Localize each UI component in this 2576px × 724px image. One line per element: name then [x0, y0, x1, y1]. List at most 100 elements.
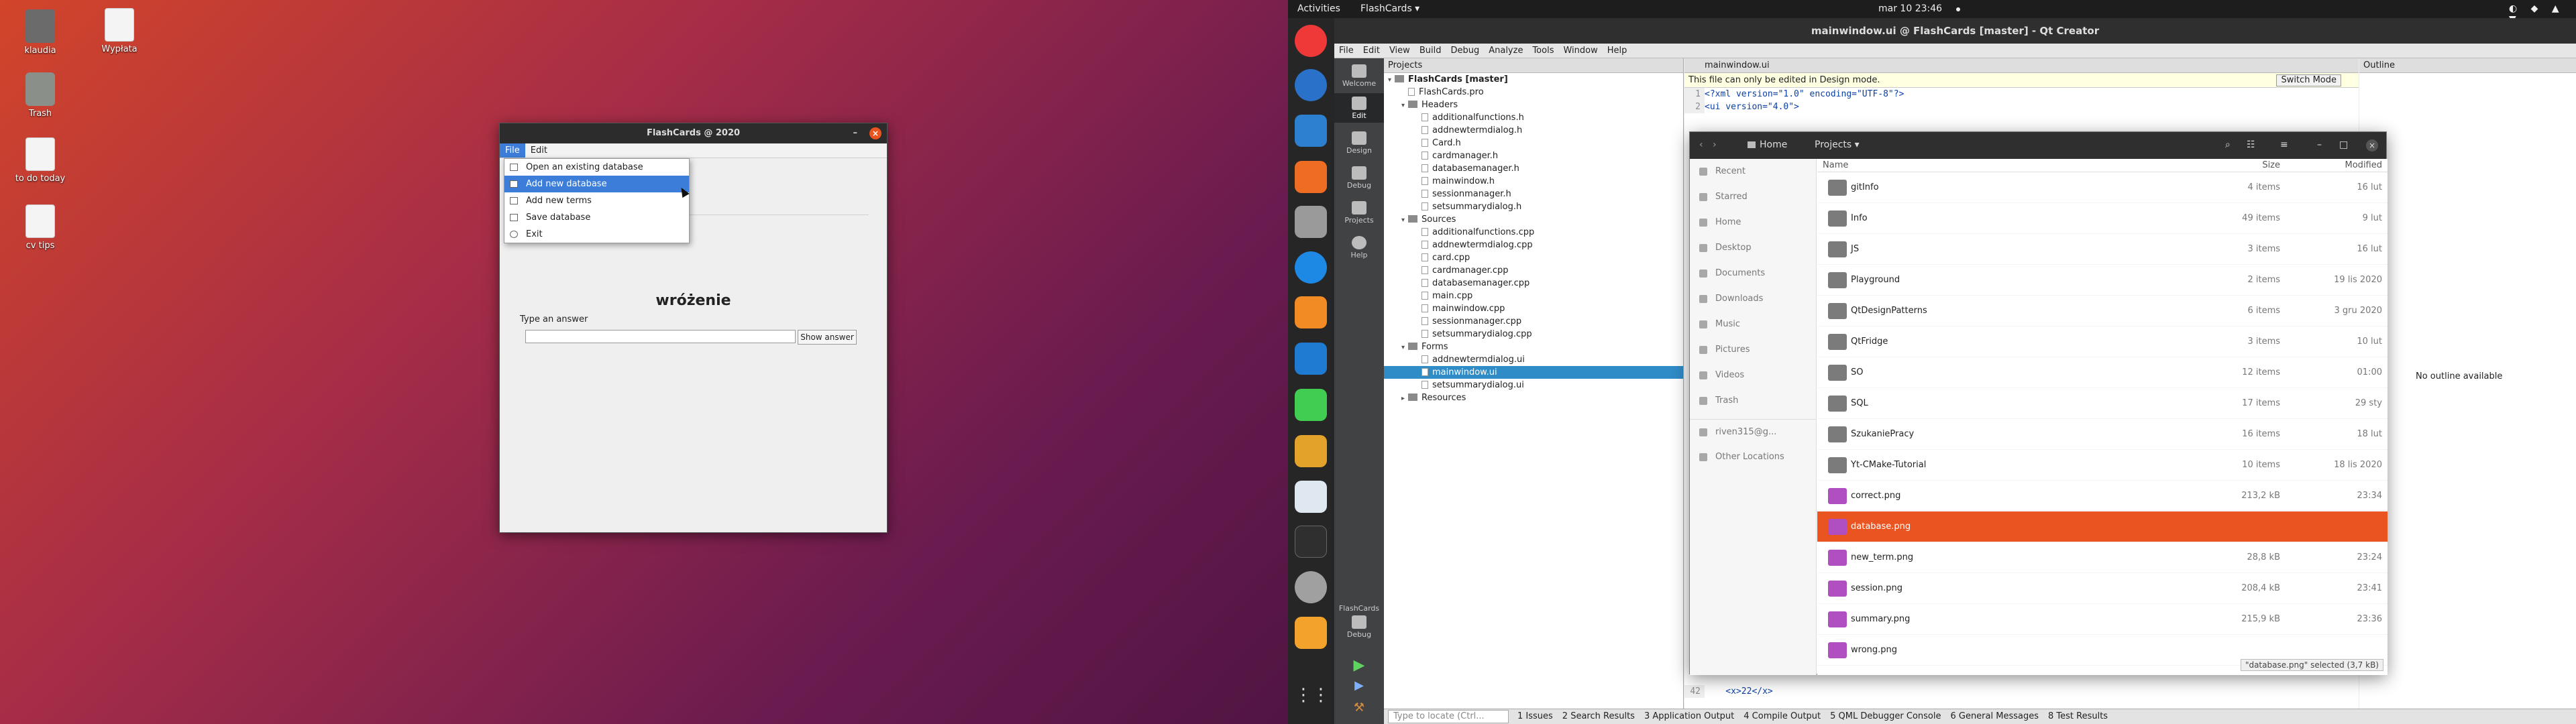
folder-row[interactable]: QtFridge 3 items 10 lut — [1817, 326, 2387, 357]
expand-arrow-icon[interactable]: ▾ — [1401, 214, 1408, 227]
answer-input[interactable] — [525, 330, 796, 343]
menu-item-open-database[interactable]: Open an existing database — [504, 159, 689, 176]
tree-file[interactable]: sessionmanager.cpp — [1384, 315, 1683, 328]
file-row[interactable]: database.png — [1817, 511, 2387, 542]
folder-row[interactable]: Yt-CMake-Tutorial 10 items 18 lis 2020 — [1817, 450, 2387, 481]
tree-file[interactable]: databasemanager.h — [1384, 162, 1683, 175]
tree-folder[interactable]: ▾ Headers — [1384, 99, 1683, 111]
sidebar-network-drive[interactable]: riven315@g... — [1690, 419, 1816, 444]
menu-icon[interactable]: ≡ — [2280, 139, 2288, 150]
gimp-icon[interactable] — [1295, 296, 1327, 328]
switch-mode-button[interactable]: Switch Mode — [2276, 74, 2341, 86]
tree-folder[interactable]: ▾ Sources — [1384, 213, 1683, 226]
menu-file[interactable]: File — [1334, 44, 1358, 58]
menu-item-exit[interactable]: Exit — [504, 226, 689, 243]
tree-folder[interactable]: ▾ FlashCards [master] — [1384, 73, 1683, 86]
folder-row[interactable]: Playground 2 items 19 lis 2020 — [1817, 265, 2387, 296]
show-answer-button[interactable]: Show answer — [798, 330, 857, 345]
tree-file[interactable]: cardmanager.cpp — [1384, 264, 1683, 277]
editor-tab[interactable]: mainwindow.ui — [1684, 58, 2359, 73]
activities-button[interactable]: Activities — [1297, 3, 1340, 14]
output-tab-general[interactable]: 6 General Messages — [1945, 709, 2043, 724]
file-row[interactable]: session.png 208,4 kB 23:41 — [1817, 573, 2387, 604]
folder-row[interactable]: JS 3 items 16 lut — [1817, 234, 2387, 265]
debug-run-button[interactable]: ▶ — [1334, 678, 1384, 699]
menu-window[interactable]: Window — [1558, 44, 1602, 58]
expand-arrow-icon[interactable]: ▾ — [1401, 99, 1408, 112]
mode-design[interactable]: Design — [1334, 128, 1384, 158]
tree-file[interactable]: setsummarydialog.ui — [1384, 379, 1683, 391]
mode-projects[interactable]: Projects — [1334, 198, 1384, 227]
sidebar-other-locations[interactable]: Other Locations — [1690, 444, 1816, 470]
help-icon[interactable] — [1295, 251, 1327, 284]
qtcreator-icon[interactable] — [1295, 389, 1327, 421]
column-name[interactable]: Name — [1823, 160, 1848, 170]
output-tab-compile[interactable]: 4 Compile Output — [1739, 709, 1825, 724]
output-tab-tests[interactable]: 8 Test Results — [2043, 709, 2112, 724]
minimize-icon[interactable]: – — [2317, 139, 2322, 150]
expand-arrow-icon[interactable]: ▸ — [1401, 392, 1408, 405]
show-apps-icon[interactable]: ⋮⋮ — [1295, 679, 1330, 711]
sidebar-starred[interactable]: Starred — [1690, 184, 1816, 210]
sidebar-desktop[interactable]: Desktop — [1690, 235, 1816, 261]
file-row[interactable]: new_term.png 28,8 kB 23:24 — [1817, 542, 2387, 573]
menu-item-add-terms[interactable]: Add new terms — [504, 192, 689, 209]
tree-file[interactable]: mainwindow.h — [1384, 175, 1683, 188]
expand-arrow-icon[interactable]: ▾ — [1401, 341, 1408, 354]
terminal-icon[interactable] — [1295, 526, 1327, 558]
menu-item-add-database[interactable]: Add new database — [504, 176, 689, 192]
sidebar-pictures[interactable]: Pictures — [1690, 337, 1816, 363]
menu-edit[interactable]: Edit — [525, 143, 553, 158]
tree-file[interactable]: additionalfunctions.h — [1384, 111, 1683, 124]
mode-help[interactable]: Help — [1334, 233, 1384, 262]
tree-file[interactable]: Card.h — [1384, 137, 1683, 149]
file-row[interactable]: correct.png 213,2 kB 23:34 — [1817, 481, 2387, 511]
vivaldi-icon[interactable] — [1295, 25, 1327, 57]
close-icon[interactable]: × — [869, 127, 881, 139]
flashcards-app-icon[interactable] — [1295, 617, 1327, 649]
thunderbird-icon[interactable] — [1295, 69, 1327, 101]
folder-row[interactable]: QtDesignPatterns 6 items 3 gru 2020 — [1817, 296, 2387, 326]
folder-row[interactable]: Info 49 items 9 lut — [1817, 203, 2387, 234]
window-titlebar[interactable]: mainwindow.ui @ FlashCards [master] - Qt… — [1334, 18, 2576, 44]
tree-file[interactable]: setsummarydialog.cpp — [1384, 328, 1683, 341]
search-icon[interactable]: ⌕ — [2225, 139, 2231, 150]
locator-input[interactable]: Type to locate (Ctrl... — [1388, 710, 1509, 723]
sidebar-recent[interactable]: Recent — [1690, 159, 1816, 184]
close-icon[interactable]: × — [2366, 139, 2378, 152]
menu-analyze[interactable]: Analyze — [1484, 44, 1527, 58]
menu-edit[interactable]: Edit — [1358, 44, 1385, 58]
run-button[interactable]: ▶ — [1334, 657, 1384, 677]
tree-file[interactable]: FlashCards.pro — [1384, 86, 1683, 99]
column-size[interactable]: Size — [2262, 160, 2280, 170]
menu-build[interactable]: Build — [1415, 44, 1446, 58]
menu-view[interactable]: View — [1385, 44, 1415, 58]
app-menu[interactable]: FlashCards ▾ — [1360, 3, 1419, 14]
settings-icon[interactable] — [1295, 571, 1327, 603]
flashcards-window[interactable]: FlashCards @ 2020 – × File Edit wróżenie… — [499, 123, 888, 533]
menu-tools[interactable]: Tools — [1527, 44, 1558, 58]
menu-item-save-database[interactable]: Save database — [504, 209, 689, 226]
tree-file[interactable]: setsummarydialog.h — [1384, 200, 1683, 213]
output-tab-application[interactable]: 3 Application Output — [1640, 709, 1739, 724]
window-titlebar[interactable]: FlashCards @ 2020 – × — [500, 123, 887, 143]
kit-selector[interactable]: FlashCards Debug — [1334, 601, 1384, 648]
tree-file[interactable]: addnewtermdialog.ui — [1384, 353, 1683, 366]
build-button[interactable]: ⚒ — [1334, 701, 1384, 721]
path-home[interactable]: Home — [1760, 139, 1787, 150]
file-row[interactable]: summary.png 215,9 kB 23:36 — [1817, 604, 2387, 635]
text-editor-icon[interactable] — [1295, 481, 1327, 513]
menu-file[interactable]: File — [500, 143, 525, 158]
sidebar-documents[interactable]: Documents — [1690, 261, 1816, 286]
files-headerbar[interactable]: ‹ › Home Projects ▾ ⌕ ☷ ≡ – □ × — [1690, 132, 2386, 159]
files-window[interactable]: ‹ › Home Projects ▾ ⌕ ☷ ≡ – □ × Recent S… — [1689, 131, 2387, 675]
folder-row[interactable]: gitInfo 4 items 16 lut — [1817, 172, 2387, 203]
tree-file[interactable]: databasemanager.cpp — [1384, 277, 1683, 290]
column-modified[interactable]: Modified — [2345, 160, 2382, 170]
output-tab-issues[interactable]: 1 Issues — [1513, 709, 1558, 724]
menu-debug[interactable]: Debug — [1446, 44, 1484, 58]
forward-button[interactable]: › — [1713, 139, 1717, 150]
clock[interactable]: mar 10 23:46 — [1878, 3, 1942, 14]
tree-file[interactable]: mainwindow.cpp — [1384, 302, 1683, 315]
tree-folder[interactable]: ▾ Forms — [1384, 341, 1683, 353]
